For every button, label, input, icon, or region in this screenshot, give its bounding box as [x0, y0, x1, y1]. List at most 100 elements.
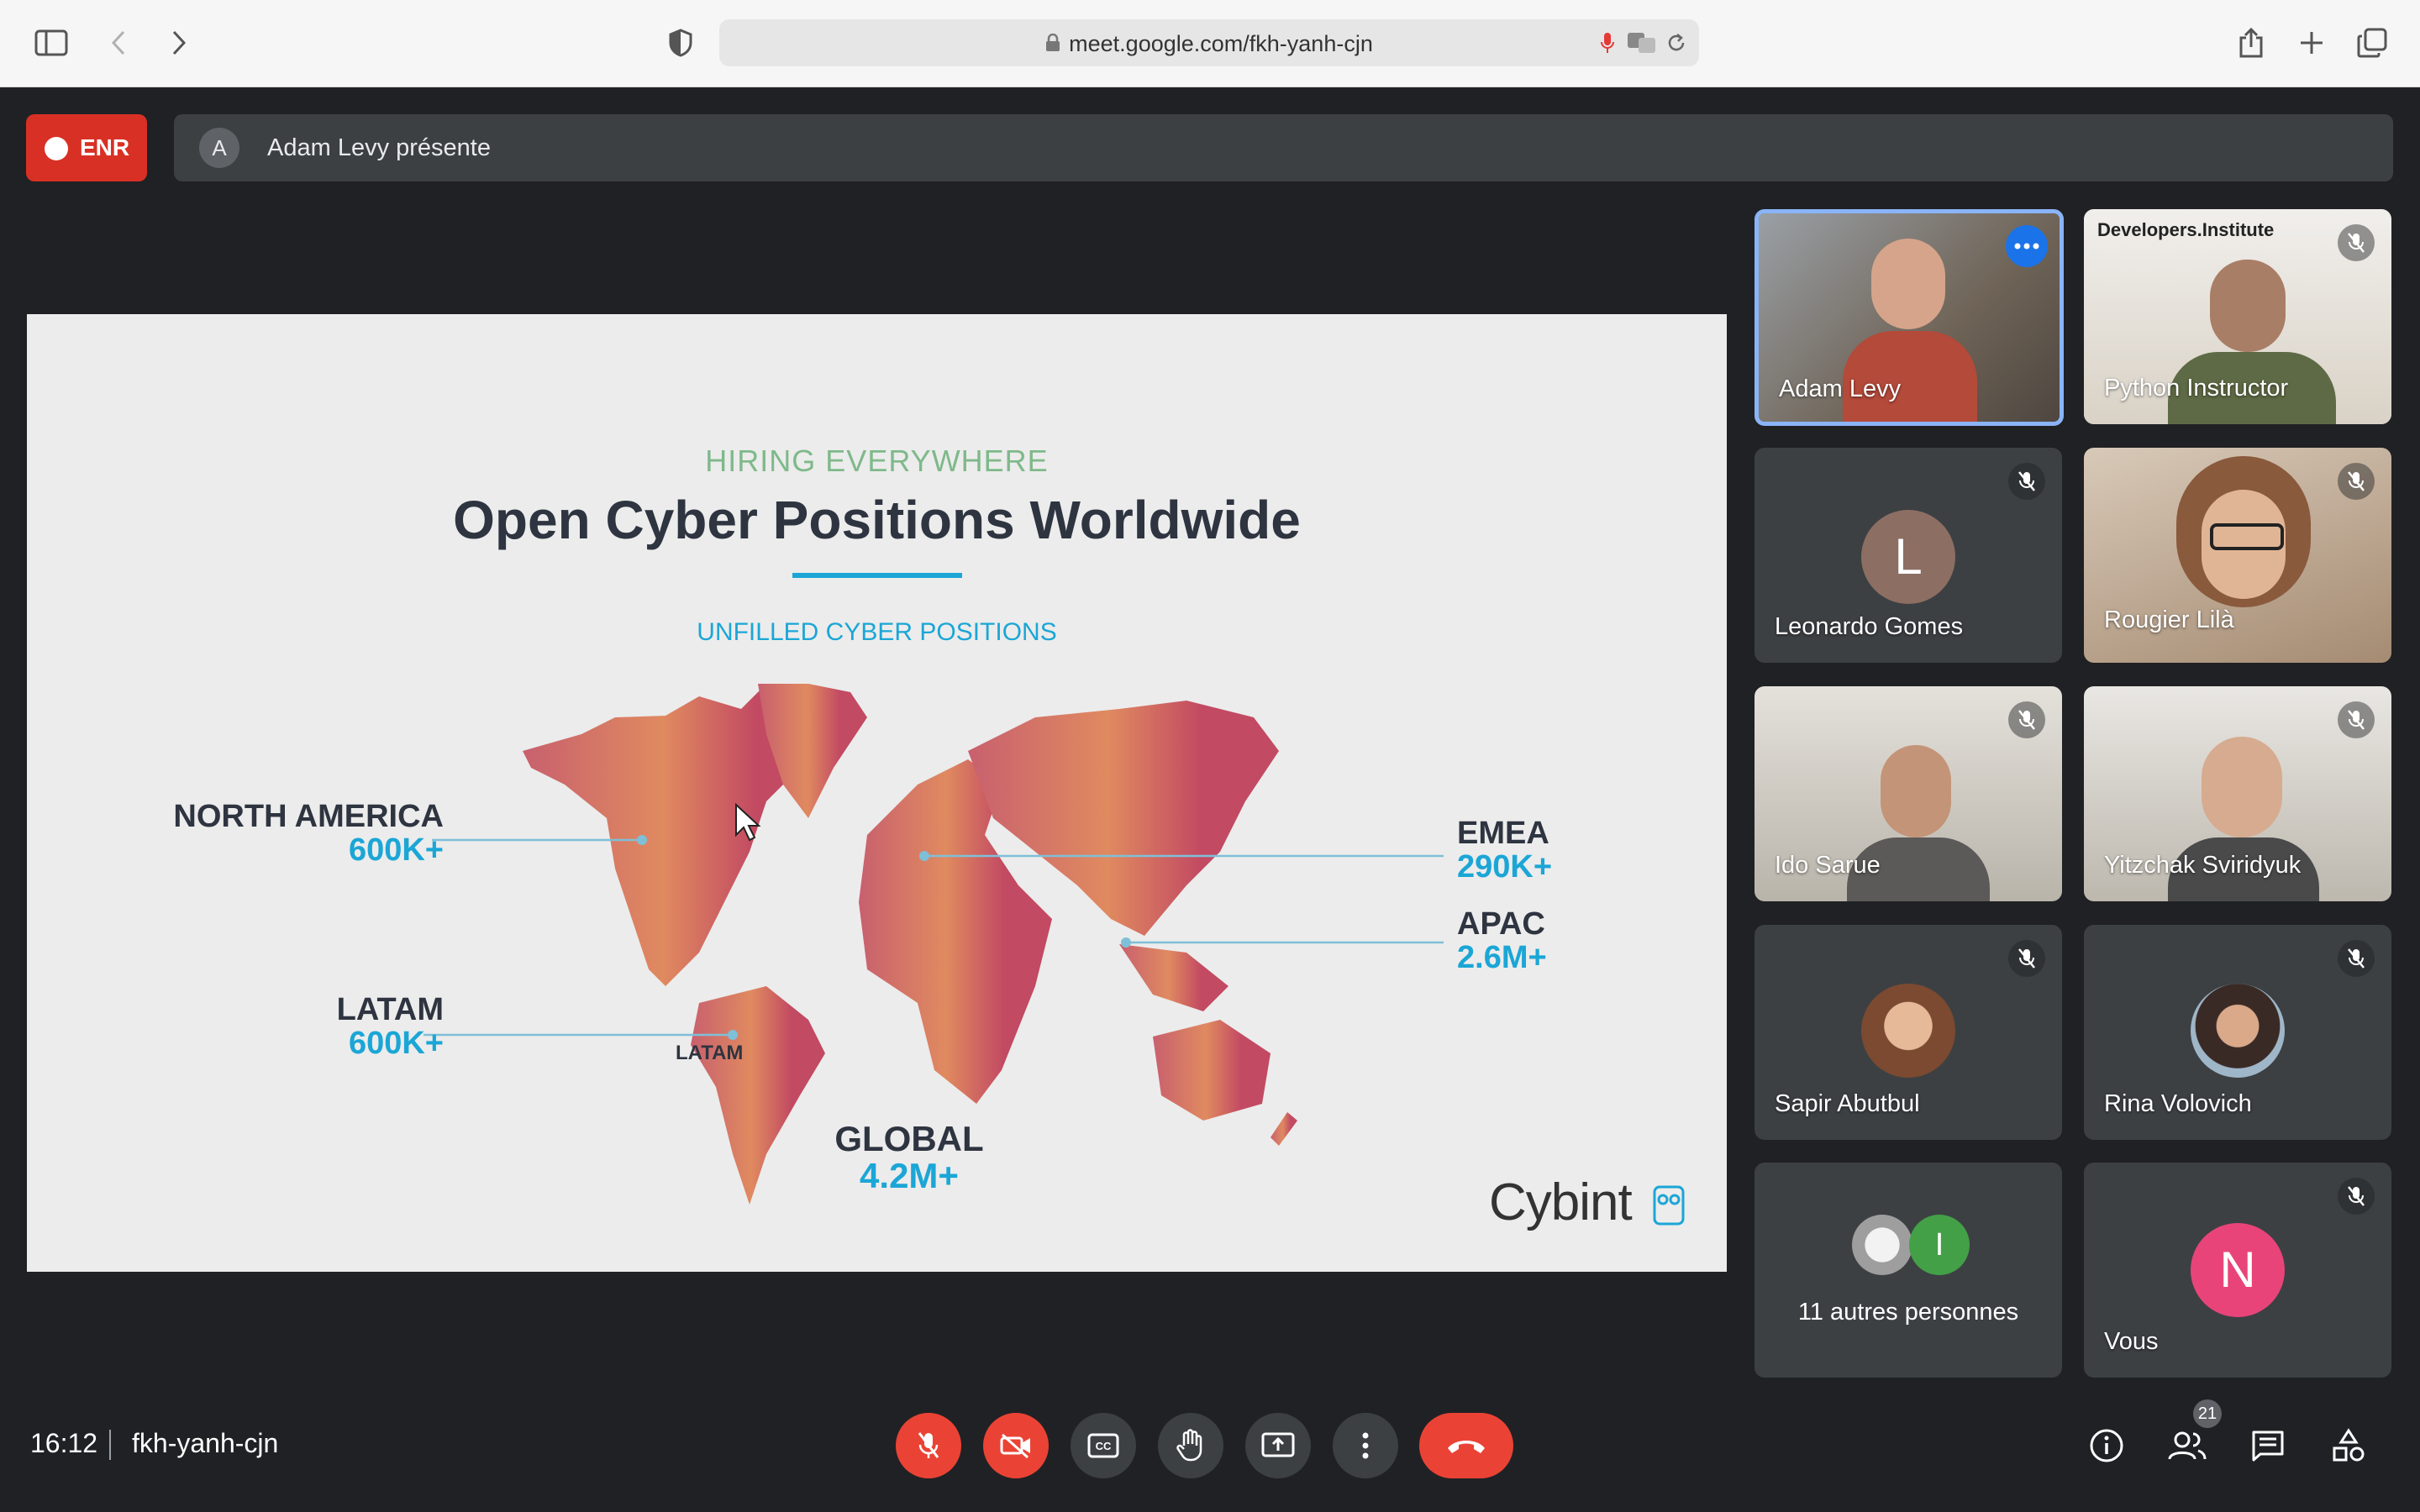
australia-shape	[1153, 1020, 1270, 1121]
recording-badge[interactable]: ENR	[26, 114, 147, 181]
region-emea: EMEA 290K+	[1457, 816, 1552, 884]
browser-toolbar: meet.google.com/fkh-yanh-cjn	[0, 0, 2420, 87]
participant-face	[1881, 745, 1951, 837]
video-overlay-text: Developers.Institute	[2097, 219, 2275, 240]
svg-text:CC: CC	[1096, 1440, 1112, 1452]
meeting-details-icon[interactable]	[2084, 1423, 2129, 1468]
muted-mic-icon	[2338, 1178, 2375, 1215]
participant-tile-adam-levy[interactable]: Adam Levy	[1754, 209, 2064, 426]
chat-icon[interactable]	[2245, 1423, 2291, 1468]
region-name: APAC	[1457, 906, 1545, 942]
participant-tile-rougier-lila[interactable]: Rougier Lilà	[2084, 448, 2391, 663]
se-asia-shape	[1119, 944, 1228, 1011]
participant-face	[2210, 260, 2286, 352]
more-options-icon[interactable]	[2006, 225, 2048, 267]
muted-mic-icon	[2338, 463, 2375, 500]
url-text: meet.google.com/fkh-yanh-cjn	[719, 31, 1699, 58]
participant-name: Vous	[2104, 1328, 2159, 1355]
lock-icon	[1045, 32, 1060, 58]
muted-mic-icon	[2008, 940, 2045, 977]
forward-icon[interactable]	[156, 20, 202, 66]
tab-overview-icon[interactable]	[2349, 20, 2395, 66]
microphone-toggle-button[interactable]	[896, 1413, 961, 1478]
leave-call-button[interactable]	[1419, 1413, 1513, 1478]
region-apac: APAC 2.6M+	[1457, 907, 1547, 974]
point-latam	[728, 1030, 738, 1040]
presenter-text: Adam Levy présente	[267, 134, 491, 161]
participant-tile-ido-sarue[interactable]: Ido Sarue	[1754, 686, 2062, 901]
meeting-code: fkh-yanh-cjn	[132, 1428, 279, 1458]
region-name: NORTH AMERICA	[173, 799, 444, 834]
reload-icon[interactable]	[1665, 32, 1687, 58]
glasses-icon	[2210, 523, 2284, 550]
share-icon[interactable]	[2228, 20, 2274, 66]
others-count-label: 11 autres personnes	[1797, 1299, 2019, 1326]
cybint-owl-icon	[1652, 1184, 1686, 1231]
map-label-latam: LATAM	[676, 1042, 744, 1064]
region-value: 2.6M+	[1457, 940, 1547, 975]
participant-tile-yitzchak-sviridyuk[interactable]: Yitzchak Sviridyuk	[2084, 686, 2391, 901]
point-apac	[1121, 937, 1131, 948]
meeting-time: 16:12	[30, 1428, 98, 1458]
participant-name: Rougier Lilà	[2104, 606, 2234, 633]
region-value: 290K+	[1457, 849, 1553, 885]
muted-mic-icon	[2008, 701, 2045, 738]
others-initial-avatar: I	[1909, 1215, 1970, 1275]
camera-toggle-button[interactable]	[983, 1413, 1049, 1478]
address-bar[interactable]: meet.google.com/fkh-yanh-cjn	[719, 19, 1699, 66]
region-latam: LATAM 600K+	[237, 993, 444, 1060]
participant-photo	[2191, 984, 2285, 1078]
participant-count-badge: 21	[2193, 1399, 2222, 1428]
more-options-button[interactable]	[1333, 1413, 1398, 1478]
region-value: 600K+	[348, 1026, 444, 1061]
region-value: 600K+	[348, 832, 444, 868]
people-icon[interactable]	[2165, 1423, 2210, 1468]
others-photo-avatar	[1852, 1215, 1912, 1275]
participant-tile-self[interactable]: N Vous	[2084, 1163, 2391, 1378]
record-dot-icon	[45, 137, 68, 160]
present-screen-button[interactable]	[1245, 1413, 1311, 1478]
participant-tile-leonardo-gomes[interactable]: L Leonardo Gomes	[1754, 448, 2062, 663]
self-avatar: N	[2191, 1223, 2285, 1317]
new-zealand-shape	[1270, 1112, 1297, 1146]
muted-mic-icon	[2008, 463, 2045, 500]
back-icon[interactable]	[96, 20, 141, 66]
region-name: GLOBAL	[834, 1119, 984, 1158]
participant-photo	[1861, 984, 1955, 1078]
presentation-bar: A Adam Levy présente	[174, 114, 2393, 181]
region-global: GLOBAL 4.2M+	[783, 1121, 1035, 1194]
participant-name: Rina Volovich	[2104, 1090, 2252, 1117]
translate-icon[interactable]	[1627, 32, 1657, 58]
greenland-shape	[758, 684, 867, 818]
participant-tile-sapir-abutbul[interactable]: Sapir Abutbul	[1754, 925, 2062, 1140]
region-name: EMEA	[1457, 816, 1549, 851]
region-value: 4.2M+	[860, 1156, 959, 1195]
region-name: LATAM	[336, 992, 444, 1027]
shield-icon[interactable]	[658, 20, 703, 66]
new-tab-icon[interactable]	[2289, 20, 2334, 66]
point-north-america	[637, 835, 647, 845]
sidebar-toggle-icon[interactable]	[29, 20, 74, 66]
shared-slide: HIRING EVERYWHERE Open Cyber Positions W…	[27, 314, 1727, 1272]
raise-hand-button[interactable]	[1158, 1413, 1223, 1478]
url-value: meet.google.com/fkh-yanh-cjn	[1069, 31, 1373, 56]
region-north-america: NORTH AMERICA 600K+	[156, 800, 444, 867]
participant-tile-python-instructor[interactable]: Developers.Institute Python Instructor	[2084, 209, 2391, 424]
captions-button[interactable]: CC	[1071, 1413, 1136, 1478]
participant-name: Yitzchak Sviridyuk	[2104, 852, 2302, 879]
activities-icon[interactable]	[2326, 1423, 2371, 1468]
participant-name: Leonardo Gomes	[1775, 613, 1964, 640]
divider	[109, 1430, 111, 1460]
participant-avatar: L	[1861, 510, 1955, 604]
participant-name: Ido Sarue	[1775, 852, 1881, 879]
participant-name: Sapir Abutbul	[1775, 1090, 1920, 1117]
participant-face	[1871, 239, 1945, 329]
participant-face	[2202, 737, 2282, 837]
point-emea	[919, 851, 929, 861]
muted-mic-icon	[2338, 701, 2375, 738]
microphone-icon[interactable]	[1600, 31, 1615, 59]
participant-tile-rina-volovich[interactable]: Rina Volovich	[2084, 925, 2391, 1140]
participant-name: Python Instructor	[2104, 375, 2289, 402]
participant-tile-others[interactable]: I 11 autres personnes	[1754, 1163, 2062, 1378]
cybint-logo-text: Cybint	[1489, 1173, 1633, 1231]
